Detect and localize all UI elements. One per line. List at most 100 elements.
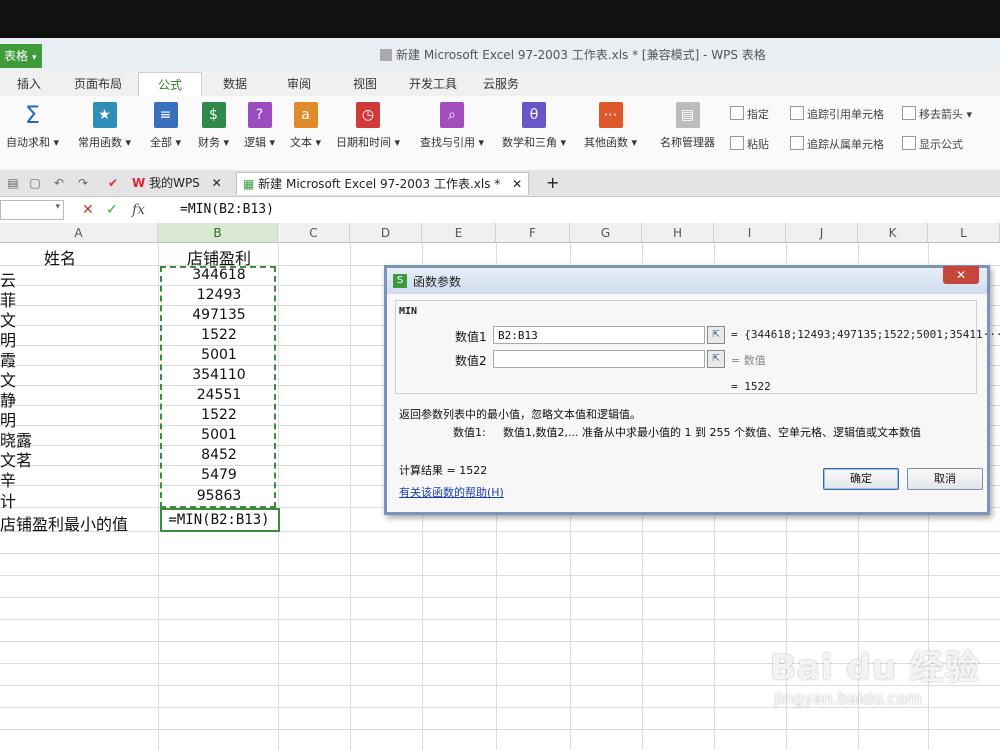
function-result: = 1522 xyxy=(731,380,771,393)
print-preview-icon[interactable]: ▢ xyxy=(28,176,42,190)
arg2-input[interactable] xyxy=(493,350,705,368)
close-icon[interactable]: ✕ xyxy=(212,176,222,190)
book-more-icon: ⋯ xyxy=(598,102,623,128)
common-functions-label: 常用函数 xyxy=(78,136,122,149)
common-functions-button[interactable]: ★ 常用函数 ▾ xyxy=(78,102,131,150)
column-header-g[interactable]: G xyxy=(570,223,642,243)
column-header-b[interactable]: B xyxy=(158,223,278,243)
text-button[interactable]: a 文本 ▾ xyxy=(290,102,321,150)
watermark-brand: Bai du 经验 xyxy=(770,648,980,688)
financial-button[interactable]: $ 财务 ▾ xyxy=(198,102,229,150)
column-header-h[interactable]: H xyxy=(642,223,714,243)
tab-data[interactable]: 数据 xyxy=(218,74,252,94)
tab-developer[interactable]: 开发工具 xyxy=(404,74,462,94)
remove-arrows-button[interactable]: 移去箭头 ▾ xyxy=(902,106,972,122)
tab-review[interactable]: 审阅 xyxy=(282,74,316,94)
lookup-reference-button[interactable]: ⌕ 查找与引用 ▾ xyxy=(420,102,484,150)
window-title-text: 新建 Microsoft Excel 97-2003 工作表.xls * [兼容… xyxy=(396,48,766,62)
define-button[interactable]: 指定 xyxy=(730,106,769,122)
column-header-l[interactable]: L xyxy=(928,223,1000,243)
undo-icon[interactable]: ↶ xyxy=(52,176,66,190)
remove-arrows-icon xyxy=(902,106,916,120)
dialog-title: 函数参数 xyxy=(413,275,462,289)
tab-my-wps[interactable]: W 我的WPS ✕ xyxy=(126,172,228,194)
autosum-label: 自动求和 xyxy=(6,136,50,149)
trace-precedents-icon xyxy=(790,106,804,120)
tab-my-wps-label: 我的WPS xyxy=(149,176,200,190)
table-row xyxy=(0,532,1000,554)
arguments-group xyxy=(395,300,977,394)
show-formulas-label: 显示公式 xyxy=(919,138,963,151)
cancel-icon[interactable]: ✕ xyxy=(82,201,94,219)
trace-dependents-label: 追踪从属单元格 xyxy=(807,138,884,151)
arg1-result: = {344618;12493;497135;1522;5001;35411··… xyxy=(731,328,1000,341)
column-header-j[interactable]: J xyxy=(786,223,858,243)
column-header-d[interactable]: D xyxy=(350,223,422,243)
book-star-icon: ★ xyxy=(92,102,117,128)
table-row xyxy=(0,620,1000,642)
cancel-button[interactable]: 取消 xyxy=(907,468,983,490)
column-header-f[interactable]: F xyxy=(496,223,570,243)
paste-button[interactable]: 粘贴 xyxy=(730,136,769,152)
column-header-e[interactable]: E xyxy=(422,223,496,243)
column-header-a[interactable]: A xyxy=(0,223,158,243)
autosum-button[interactable]: Σ 自动求和 ▾ xyxy=(6,102,59,150)
column-header-i[interactable]: I xyxy=(714,223,786,243)
lookup-reference-label: 查找与引用 xyxy=(420,136,475,149)
print-icon[interactable]: ▤ xyxy=(6,176,20,190)
function-help-link[interactable]: 有关该函数的帮助(H) xyxy=(399,484,504,500)
tab-formulas[interactable]: 公式 xyxy=(138,72,202,97)
ribbon-tabs: 插入 页面布局 公式 数据 审阅 视图 开发工具 云服务 xyxy=(0,70,1000,97)
logical-button[interactable]: ? 逻辑 ▾ xyxy=(244,102,275,150)
tab-view[interactable]: 视图 xyxy=(348,74,382,94)
ok-button[interactable]: 确定 xyxy=(823,468,899,490)
function-arguments-dialog: S 函数参数 ✕ MIN 数值1 B2:B13 ⇱ = {344618;1249… xyxy=(384,265,1000,515)
column-header-c[interactable]: C xyxy=(278,223,350,243)
sigma-icon: Σ xyxy=(24,101,41,129)
app-menu-button[interactable]: 表格 ▾ xyxy=(0,44,42,68)
book-text-icon: a xyxy=(293,102,318,128)
all-functions-label: 全部 xyxy=(150,136,172,149)
formula-input[interactable]: =MIN(B2:B13) xyxy=(180,202,274,217)
table-row xyxy=(0,576,1000,598)
trace-dependents-button[interactable]: 追踪从属单元格 xyxy=(790,136,884,152)
calculation-result: 计算结果 = 1522 xyxy=(399,464,488,477)
active-cell-border xyxy=(160,508,280,532)
wps-logo-icon: W xyxy=(132,176,146,190)
insert-function-icon[interactable]: fx xyxy=(132,201,145,219)
dialog-title-bar[interactable]: S 函数参数 ✕ xyxy=(387,266,987,294)
arg1-input[interactable]: B2:B13 xyxy=(493,326,705,344)
arg2-result: = 数值 xyxy=(731,354,766,367)
tab-cloud[interactable]: 云服务 xyxy=(478,74,524,94)
remove-arrows-label: 移去箭头 xyxy=(919,108,963,121)
math-trig-button[interactable]: θ 数学和三角 ▾ xyxy=(502,102,566,150)
date-time-button[interactable]: ◷ 日期和时间 ▾ xyxy=(336,102,400,150)
column-header-k[interactable]: K xyxy=(858,223,928,243)
name-manager-button[interactable]: ▤ 名称管理器 xyxy=(660,102,715,150)
name-box[interactable]: ▾ xyxy=(0,200,64,220)
table-row xyxy=(0,708,1000,730)
collapse-dialog-icon[interactable]: ⇱ xyxy=(707,326,725,344)
book-list-icon: ≡ xyxy=(153,102,178,128)
trace-precedents-button[interactable]: 追踪引用单元格 xyxy=(790,106,884,122)
text-label: 文本 xyxy=(290,136,312,149)
tab-active-workbook[interactable]: ▦ 新建 Microsoft Excel 97-2003 工作表.xls * ✕ xyxy=(236,172,530,195)
close-icon[interactable]: ✕ xyxy=(512,177,522,191)
function-description: 返回参数列表中的最小值，忽略文本值和逻辑值。 xyxy=(399,408,641,421)
all-functions-button[interactable]: ≡ 全部 ▾ xyxy=(150,102,181,150)
arg-help-label: 数值1: xyxy=(453,426,486,439)
tab-page-layout[interactable]: 页面布局 xyxy=(68,74,128,94)
function-name: MIN xyxy=(399,306,418,317)
arg2-label: 数值2 xyxy=(455,354,487,368)
collapse-dialog-icon[interactable]: ⇱ xyxy=(707,350,725,368)
accept-icon[interactable]: ✓ xyxy=(106,201,118,219)
app-menu-label: 表格 xyxy=(4,49,29,63)
show-formulas-button[interactable]: 显示公式 xyxy=(902,136,963,152)
redo-icon[interactable]: ↷ xyxy=(76,176,90,190)
format-painter-icon[interactable]: ✔ xyxy=(106,176,120,190)
more-functions-button[interactable]: ⋯ 其他函数 ▾ xyxy=(584,102,637,150)
close-icon[interactable]: ✕ xyxy=(943,266,979,284)
tab-insert[interactable]: 插入 xyxy=(14,74,44,94)
show-formulas-icon xyxy=(902,136,916,150)
new-tab-button[interactable]: + xyxy=(540,172,565,194)
